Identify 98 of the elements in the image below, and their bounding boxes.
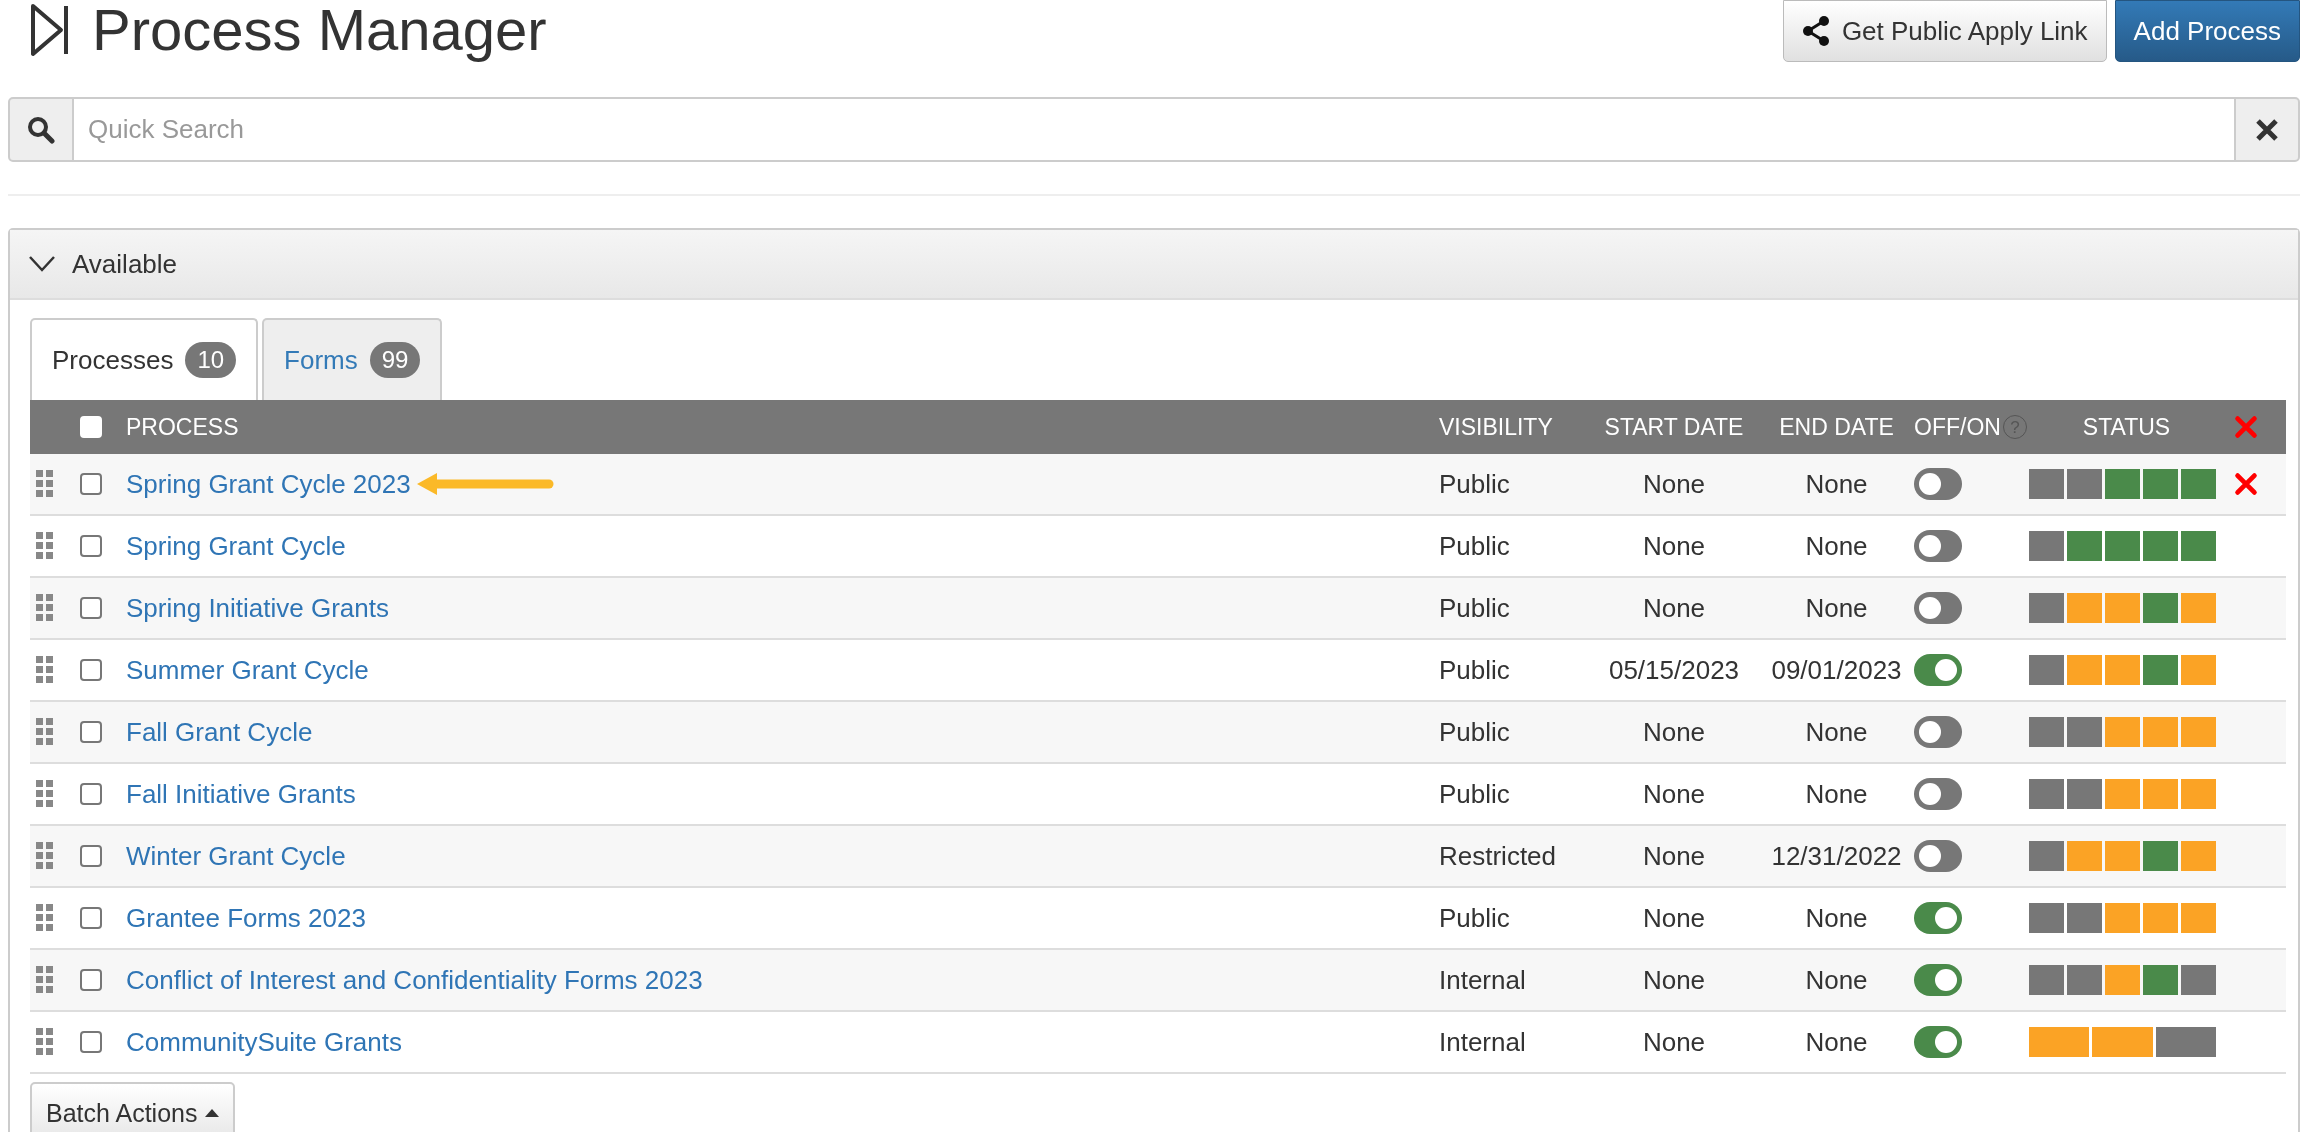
table-cell: Public [1439,530,1510,561]
process-link[interactable]: Spring Grant Cycle [126,530,346,562]
column-header: OFF/ON [1914,413,2001,441]
search-field[interactable]: Quick Search [74,97,2234,162]
table-cell: None [1642,716,1706,747]
table-cell: Internal [1439,964,1526,995]
delete-icon[interactable] [2234,472,2258,496]
chevron-down-icon [28,255,56,273]
table-cell: None [1805,468,1868,499]
process-link[interactable]: Spring Initiative Grants [126,592,389,624]
page-title: Process Manager [92,0,547,60]
toggle-switch[interactable] [1914,778,1962,810]
table-cell: None [1642,1026,1706,1057]
drag-handle-icon[interactable] [36,656,54,684]
table-cell: None [1805,716,1868,747]
row-checkbox[interactable] [80,783,102,805]
table-cell: None [1805,964,1868,995]
table-cell: None [1642,840,1706,871]
count-badge: 99 [369,342,421,378]
row-checkbox[interactable] [80,721,102,743]
clear-button[interactable] [2234,97,2300,162]
process-link[interactable]: Conflict of Interest and Confidentiality Forms 2023 [126,964,703,996]
drag-handle-icon[interactable] [36,780,54,808]
drag-handle-icon[interactable] [36,594,54,622]
get-public-apply-link-button[interactable]: Get Public Apply Link [1782,0,2107,62]
tab[interactable]: Forms 99 [262,318,443,400]
toggle-switch[interactable] [1914,530,1962,562]
toggle-switch[interactable] [1914,654,1962,686]
toggle-switch[interactable] [1914,902,1962,934]
tab[interactable]: Processes 10 [30,318,259,400]
drag-handle-icon[interactable] [36,842,54,870]
toggle-switch[interactable] [1914,716,1962,748]
caret-up-icon [205,1109,220,1117]
toggle-switch[interactable] [1914,964,1962,996]
drag-handle-icon[interactable] [36,904,54,932]
panel-title: Available [72,248,178,280]
column-header: STATUS [2082,413,2171,440]
column-header: START DATE [1604,413,1744,440]
row-checkbox[interactable] [80,473,102,495]
batch-actions-button[interactable]: Batch Actions [30,1082,236,1132]
table-cell: None [1805,778,1868,809]
drag-handle-icon[interactable] [36,470,54,498]
column-header: PROCESS [126,413,239,440]
row-checkbox[interactable] [80,1031,102,1053]
table-cell: None [1642,530,1706,561]
process-link[interactable]: Spring Grant Cycle 2023 [126,468,411,500]
table-cell: Public [1439,654,1510,685]
search-button[interactable] [8,97,74,162]
table-cell: Public [1439,592,1510,623]
process-link[interactable]: Fall Grant Cycle [126,716,313,748]
toggle-switch[interactable] [1914,1026,1962,1058]
table-cell: Public [1439,902,1510,933]
column-header: VISIBILITY [1439,413,1553,440]
panel-header[interactable]: Available [10,230,2298,300]
table-cell: None [1642,902,1706,933]
table-cell: 12/31/2022 [1771,840,1902,871]
row-checkbox[interactable] [80,845,102,867]
table-cell: Public [1439,778,1510,809]
process-link[interactable]: Winter Grant Cycle [126,840,346,872]
column-header: END DATE [1779,413,1894,440]
table-cell: None [1805,902,1868,933]
select-all-checkbox[interactable] [80,416,102,438]
table-cell: None [1805,530,1868,561]
toggle-switch[interactable] [1914,468,1962,500]
table-cell: Public [1439,468,1510,499]
row-checkbox[interactable] [80,659,102,681]
drag-handle-icon[interactable] [36,532,54,560]
count-badge: 10 [185,342,237,378]
process-link[interactable]: CommunitySuite Grants [126,1026,402,1058]
table-cell: None [1805,1026,1868,1057]
tab-label: Processes [52,344,174,376]
play-bar-icon [30,3,70,57]
table-cell: None [1642,964,1706,995]
process-link[interactable]: Summer Grant Cycle [126,654,369,686]
drag-handle-icon[interactable] [36,718,54,746]
table-cell: Public [1439,716,1510,747]
drag-handle-icon[interactable] [36,966,54,994]
row-checkbox[interactable] [80,535,102,557]
toggle-switch[interactable] [1914,840,1962,872]
table-cell: Internal [1439,1026,1526,1057]
add-process-button[interactable]: Add Process [2114,0,2300,62]
search-icon [27,115,55,144]
toggle-switch[interactable] [1914,592,1962,624]
row-checkbox[interactable] [80,969,102,991]
tab-label: Forms [284,344,358,376]
process-link[interactable]: Grantee Forms 2023 [126,902,366,934]
share-icon [1801,16,1830,46]
table-cell: 09/01/2023 [1771,654,1902,685]
process-link[interactable]: Fall Initiative Grants [126,778,356,810]
table-cell: 05/15/2023 [1608,654,1740,685]
drag-handle-icon[interactable] [36,1028,54,1056]
row-checkbox[interactable] [80,907,102,929]
table-cell: None [1642,592,1706,623]
table-cell: Restricted [1439,840,1557,871]
table-cell: None [1805,592,1868,623]
table-cell: None [1642,468,1706,499]
table-cell: None [1642,778,1706,809]
row-checkbox[interactable] [80,597,102,619]
